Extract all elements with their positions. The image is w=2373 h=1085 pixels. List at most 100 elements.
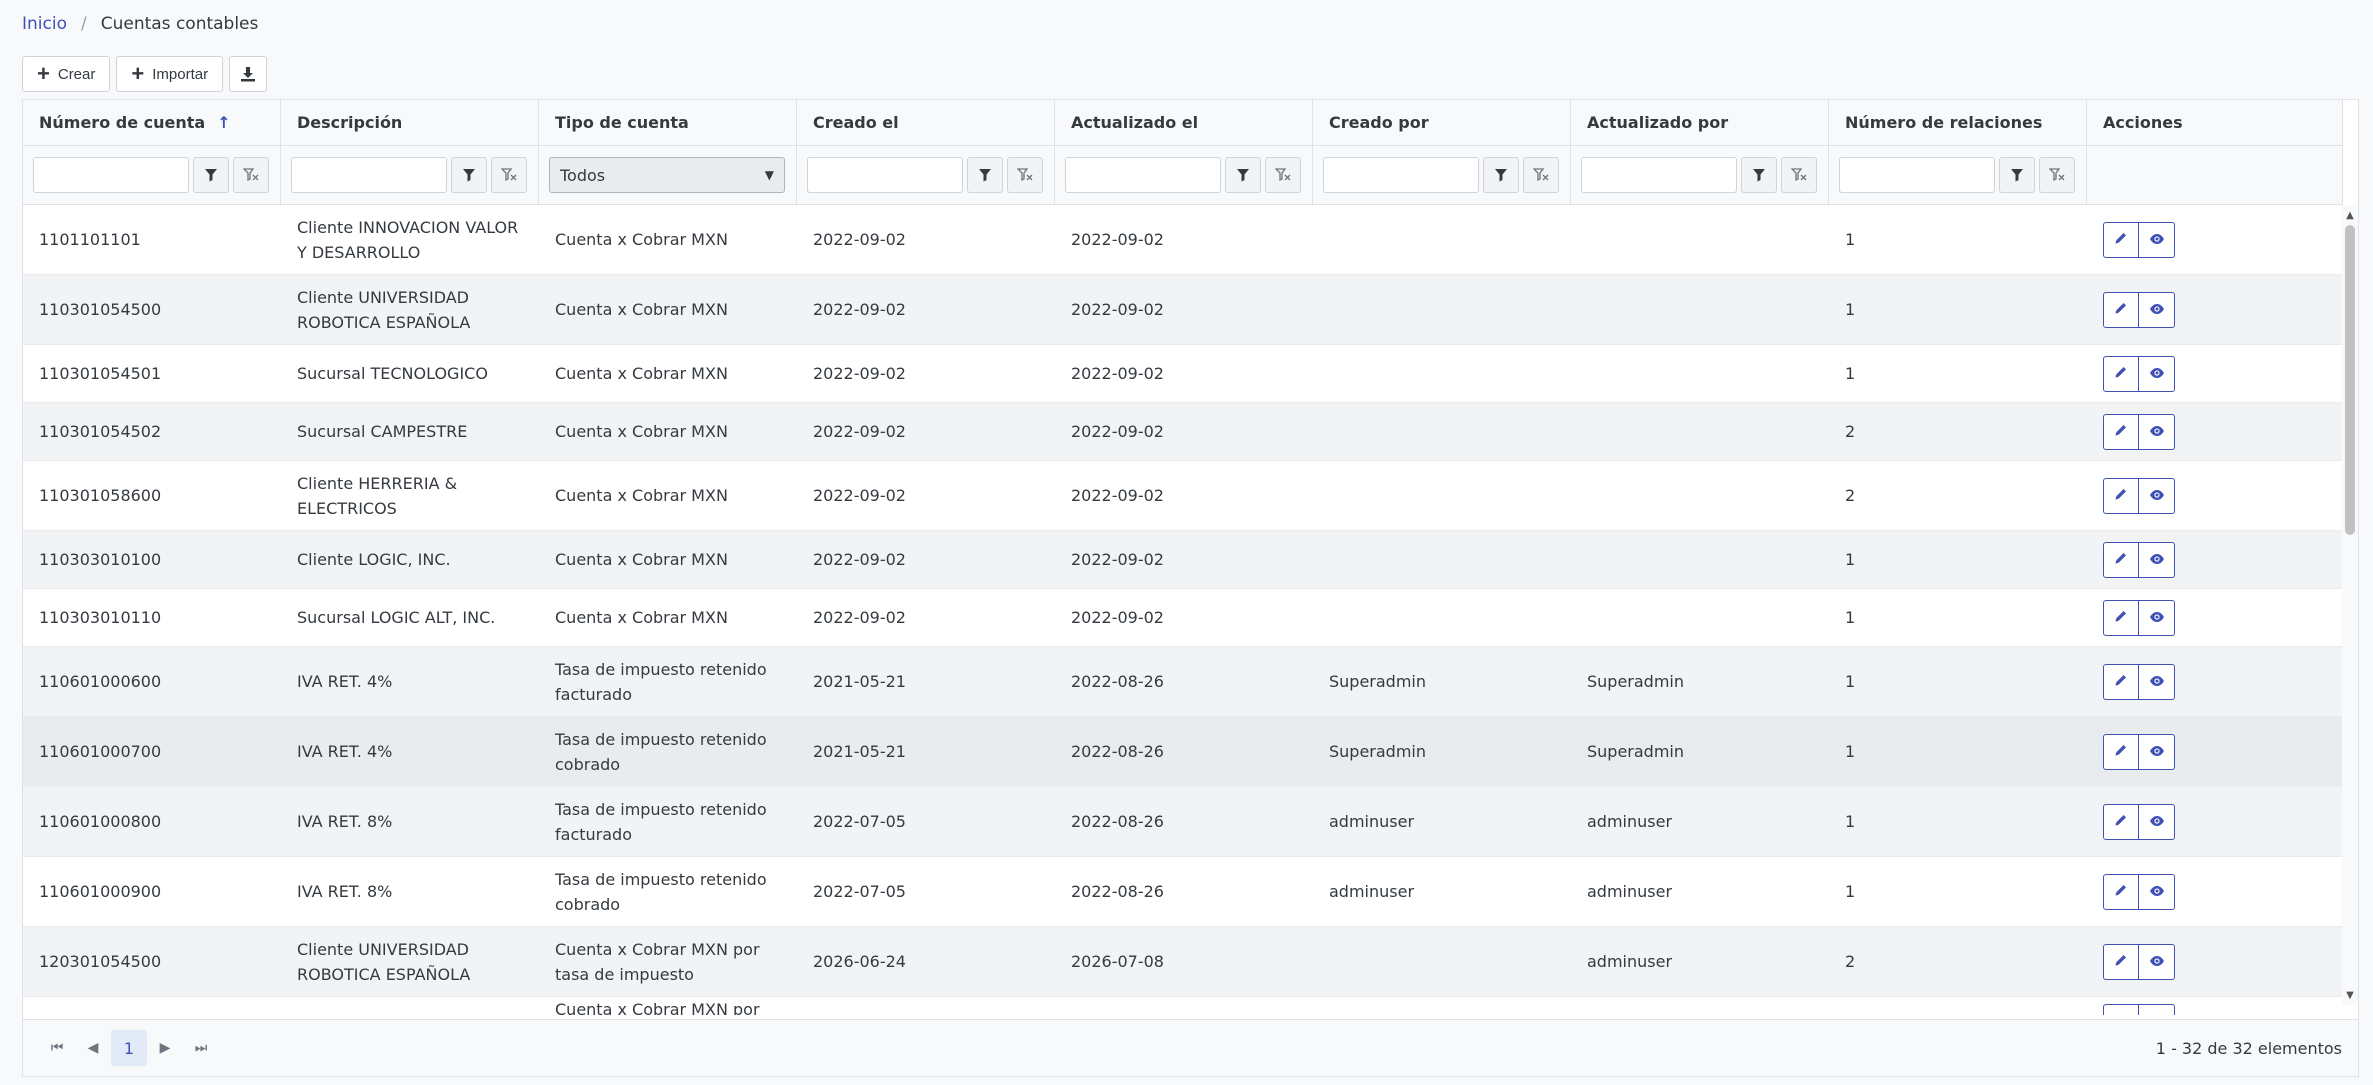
table-row[interactable]: 110301058600 Cliente HERRERIA & ELECTRICO… xyxy=(23,461,2343,531)
table-row[interactable]: 110301054501 Sucursal TECNOLOGICO Cuenta x… xyxy=(23,345,2343,403)
filter-input-created-at[interactable] xyxy=(807,157,963,193)
clear-filter-icon[interactable] xyxy=(233,157,269,193)
view-button[interactable] xyxy=(2139,1004,2175,1015)
table-cell xyxy=(1313,461,1571,530)
import-button[interactable]: + Importar xyxy=(116,56,224,92)
filter-icon[interactable] xyxy=(193,157,229,193)
view-button[interactable] xyxy=(2139,291,2175,328)
table-cell xyxy=(1313,403,1571,460)
edit-button[interactable] xyxy=(2103,663,2139,700)
view-button[interactable] xyxy=(2139,663,2175,700)
filter-input-description[interactable] xyxy=(291,157,447,193)
column-header-created-by[interactable]: Creado por xyxy=(1313,100,1571,145)
row-actions xyxy=(2087,717,2343,786)
table-row[interactable]: 110301054502 Sucursal CAMPESTRE Cuenta x C… xyxy=(23,403,2343,461)
table-cell: 2022-09-02 xyxy=(1071,364,1164,383)
page-button[interactable]: 1 xyxy=(111,1030,147,1066)
clear-filter-icon[interactable] xyxy=(1007,157,1043,193)
filter-icon[interactable] xyxy=(1483,157,1519,193)
filter-icon[interactable] xyxy=(451,157,487,193)
edit-button[interactable] xyxy=(2103,733,2139,770)
table-row[interactable]: 110601000600 IVA RET. 4% Tasa de impuesto … xyxy=(23,647,2343,717)
filter-input-updated-at[interactable] xyxy=(1065,157,1221,193)
table-cell xyxy=(1313,205,1571,274)
column-header-relations[interactable]: Número de relaciones xyxy=(1829,100,2087,145)
edit-button[interactable] xyxy=(2103,413,2139,450)
column-header-description[interactable]: Descripción xyxy=(281,100,539,145)
table-row[interactable]: 110601000700 IVA RET. 4% Tasa de impuesto … xyxy=(23,717,2343,787)
create-button[interactable]: + Crear xyxy=(22,56,111,92)
column-header-updated-at[interactable]: Actualizado el xyxy=(1055,100,1313,145)
view-button[interactable] xyxy=(2139,221,2175,258)
table-cell: 110601000600 xyxy=(39,672,162,691)
vertical-scrollbar[interactable]: ▲ ▼ xyxy=(2342,205,2358,1005)
table-row[interactable]: 110601000800 IVA RET. 8% Tasa de impuesto … xyxy=(23,787,2343,857)
first-page-icon[interactable]: ⏮ xyxy=(39,1030,75,1066)
edit-button[interactable] xyxy=(2103,943,2139,980)
filter-input-updated-by[interactable] xyxy=(1581,157,1737,193)
column-header-created-at[interactable]: Creado el xyxy=(797,100,1055,145)
view-button[interactable] xyxy=(2139,541,2175,578)
filter-input-account-number[interactable] xyxy=(33,157,189,193)
column-header-account-type[interactable]: Tipo de cuenta xyxy=(539,100,797,145)
scroll-down-icon[interactable]: ▼ xyxy=(2342,987,2358,1003)
table-cell xyxy=(797,997,1055,1015)
edit-button[interactable] xyxy=(2103,541,2139,578)
table-cell: 2021-05-21 xyxy=(813,672,906,691)
edit-button[interactable] xyxy=(2103,477,2139,514)
table-row[interactable]: 110301054500 Cliente UNIVERSIDAD ROBOTICA… xyxy=(23,275,2343,345)
edit-button[interactable] xyxy=(2103,221,2139,258)
account-type-filter-select[interactable]: Todos ▼ xyxy=(549,157,785,193)
column-header-account-number[interactable]: Número de cuenta ↑ xyxy=(23,100,281,145)
table-cell: 2 xyxy=(1845,486,1856,505)
view-button[interactable] xyxy=(2139,413,2175,450)
clear-filter-icon[interactable] xyxy=(1265,157,1301,193)
clear-filter-icon[interactable] xyxy=(491,157,527,193)
view-button[interactable] xyxy=(2139,477,2175,514)
export-button[interactable] xyxy=(229,56,268,92)
scroll-up-icon[interactable]: ▲ xyxy=(2342,207,2358,223)
view-button[interactable] xyxy=(2139,733,2175,770)
breadcrumb-home-link[interactable]: Inicio xyxy=(22,14,67,34)
table-cell: 2022-09-02 xyxy=(1071,608,1164,627)
pencil-icon xyxy=(2114,419,2128,444)
table-row[interactable]: 110303010110 Sucursal LOGIC ALT, INC. Cuen… xyxy=(23,589,2343,647)
edit-button[interactable] xyxy=(2103,1004,2139,1015)
table-row[interactable]: 110303010100 Cliente LOGIC, INC. Cuenta x … xyxy=(23,531,2343,589)
pencil-icon xyxy=(2114,669,2128,694)
table-cell: 2022-09-02 xyxy=(813,230,906,249)
clear-filter-icon[interactable] xyxy=(2039,157,2075,193)
clear-filter-icon[interactable] xyxy=(1781,157,1817,193)
eye-icon xyxy=(2149,547,2165,572)
table-row[interactable]: 120301054500 Cliente UNIVERSIDAD ROBOTICA… xyxy=(23,927,2343,997)
table-cell: IVA RET. 8% xyxy=(297,882,393,901)
last-page-icon[interactable]: ⏭ xyxy=(183,1030,219,1066)
edit-button[interactable] xyxy=(2103,599,2139,636)
edit-button[interactable] xyxy=(2103,873,2139,910)
filter-icon[interactable] xyxy=(1999,157,2035,193)
scroll-thumb[interactable] xyxy=(2345,225,2355,535)
view-button[interactable] xyxy=(2139,355,2175,392)
edit-button[interactable] xyxy=(2103,291,2139,328)
table-row[interactable]: Cuenta x Cobrar MXN por tasa de impuesto xyxy=(23,997,2343,1015)
filter-input-relations[interactable] xyxy=(1839,157,1995,193)
table-row[interactable]: 1101101101 Cliente INNOVACION VALOR Y DES… xyxy=(23,205,2343,275)
prev-page-icon[interactable]: ◀ xyxy=(75,1030,111,1066)
view-button[interactable] xyxy=(2139,873,2175,910)
next-page-icon[interactable]: ▶ xyxy=(147,1030,183,1066)
view-button[interactable] xyxy=(2139,943,2175,980)
filter-icon[interactable] xyxy=(1225,157,1261,193)
view-button[interactable] xyxy=(2139,599,2175,636)
clear-filter-icon[interactable] xyxy=(1523,157,1559,193)
filter-input-created-by[interactable] xyxy=(1323,157,1479,193)
table-cell: Sucursal TECNOLOGICO xyxy=(297,364,488,383)
create-button-label: Crear xyxy=(57,65,96,83)
filter-icon[interactable] xyxy=(1741,157,1777,193)
column-header-updated-by[interactable]: Actualizado por xyxy=(1571,100,1829,145)
edit-button[interactable] xyxy=(2103,803,2139,840)
filter-icon[interactable] xyxy=(967,157,1003,193)
view-button[interactable] xyxy=(2139,803,2175,840)
edit-button[interactable] xyxy=(2103,355,2139,392)
table-row[interactable]: 110601000900 IVA RET. 8% Tasa de impuesto … xyxy=(23,857,2343,927)
table-cell xyxy=(1313,275,1571,344)
